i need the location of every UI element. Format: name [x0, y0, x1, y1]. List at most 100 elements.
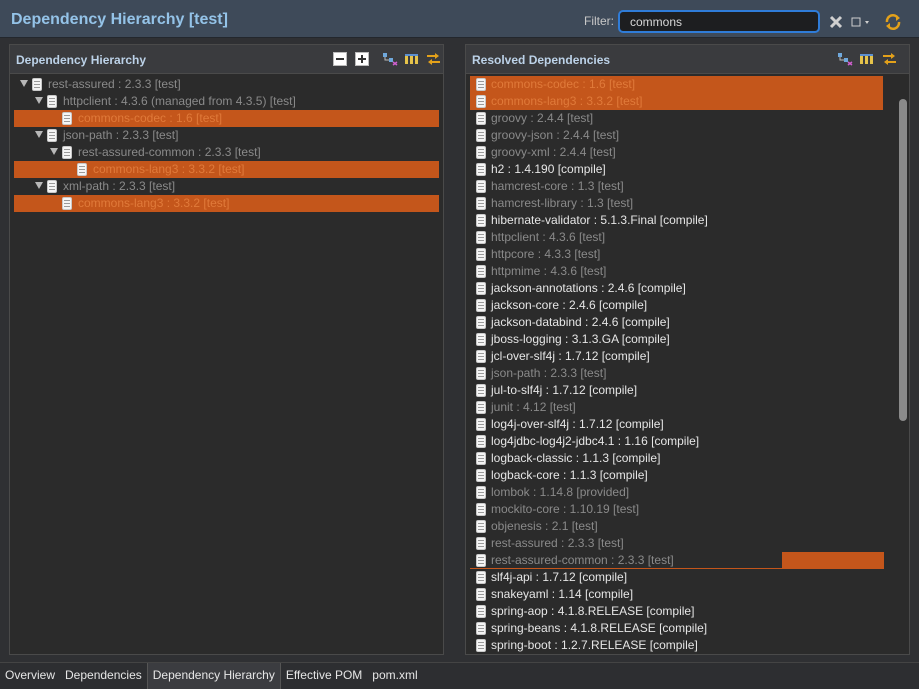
tab-effective-pom[interactable]: Effective POM [281, 663, 367, 689]
tree-row[interactable]: commons-lang3 : 3.3.2 [test] [14, 161, 439, 178]
jar-icon [476, 605, 486, 618]
list-item-label: logback-classic : 1.1.3 [compile] [491, 451, 661, 465]
select-columns-icon[interactable] [859, 52, 875, 66]
dependency-tree: rest-assured : 2.3.3 [test] httpclient : … [14, 76, 439, 212]
selection-remnant [782, 552, 884, 569]
list-item-label: httpclient : 4.3.6 [test] [491, 230, 606, 244]
jar-icon [476, 520, 486, 533]
list-item[interactable]: spring-beans : 4.1.8.RELEASE [compile] [470, 620, 883, 637]
list-item[interactable]: jboss-logging : 3.1.3.GA [compile] [470, 331, 883, 348]
select-columns-icon[interactable] [404, 52, 420, 66]
link-with-selection-icon[interactable] [882, 52, 898, 66]
expand-twisty-icon[interactable] [35, 97, 43, 104]
tree-row[interactable]: httpclient : 4.3.6 (managed from 4.3.5) … [14, 93, 439, 110]
list-item[interactable]: logback-core : 1.1.3 [compile] [470, 467, 883, 484]
tree-row[interactable]: rest-assured : 2.3.3 [test] [14, 76, 439, 93]
tree-row-label: xml-path : 2.3.3 [test] [63, 179, 176, 193]
list-item[interactable]: groovy : 2.4.4 [test] [470, 110, 883, 127]
list-item[interactable]: jcl-over-slf4j : 1.7.12 [compile] [470, 348, 883, 365]
tree-row[interactable]: json-path : 2.3.3 [test] [14, 127, 439, 144]
jar-icon [476, 639, 486, 652]
link-with-selection-icon[interactable] [426, 52, 442, 66]
filter-options-icon[interactable] [851, 12, 873, 32]
list-item[interactable]: commons-lang3 : 3.3.2 [test] [470, 93, 883, 110]
list-item[interactable]: jackson-databind : 2.4.6 [compile] [470, 314, 883, 331]
list-item[interactable]: slf4j-api : 1.7.12 [compile] [470, 569, 883, 586]
jar-icon [476, 418, 486, 431]
list-item-label: mockito-core : 1.10.19 [test] [491, 502, 640, 516]
list-item-label: httpcore : 4.3.3 [test] [491, 247, 601, 261]
list-item[interactable]: mockito-core : 1.10.19 [test] [470, 501, 883, 518]
list-item[interactable]: log4jdbc-log4j2-jdbc4.1 : 1.16 [compile] [470, 433, 883, 450]
list-item-label: json-path : 2.3.3 [test] [491, 366, 607, 380]
tree-row[interactable]: xml-path : 2.3.3 [test] [14, 178, 439, 195]
selection-divider [470, 568, 883, 569]
tab-overview[interactable]: Overview [0, 663, 60, 689]
filter-input[interactable] [618, 10, 820, 33]
jar-icon [476, 180, 486, 193]
show-group-id-icon[interactable] [837, 52, 853, 66]
expand-twisty-icon[interactable] [50, 148, 58, 155]
clear-filter-icon[interactable] [828, 12, 844, 32]
refresh-icon[interactable] [883, 12, 903, 32]
list-item[interactable]: spring-boot : 1.2.7.RELEASE [compile] [470, 637, 883, 654]
list-item[interactable]: logback-classic : 1.1.3 [compile] [470, 450, 883, 467]
tree-row-label: commons-lang3 : 3.3.2 [test] [78, 196, 230, 210]
vertical-scrollbar[interactable] [899, 99, 907, 421]
list-item[interactable]: h2 : 1.4.190 [compile] [470, 161, 883, 178]
list-item[interactable]: log4j-over-slf4j : 1.7.12 [compile] [470, 416, 883, 433]
tree-row-label: rest-assured-common : 2.3.3 [test] [78, 145, 261, 159]
jar-icon [476, 554, 486, 567]
list-item[interactable]: rest-assured : 2.3.3 [test] [470, 535, 883, 552]
jar-icon [476, 231, 486, 244]
list-item[interactable]: httpmime : 4.3.6 [test] [470, 263, 883, 280]
tree-row[interactable]: rest-assured-common : 2.3.3 [test] [14, 144, 439, 161]
filter-label: Filter: [584, 14, 614, 28]
list-item[interactable]: groovy-json : 2.4.4 [test] [470, 127, 883, 144]
panel-title: Dependency Hierarchy [16, 53, 147, 67]
list-item[interactable]: commons-codec : 1.6 [test] [470, 76, 883, 93]
list-item[interactable]: hamcrest-library : 1.3 [test] [470, 195, 883, 212]
editor-header: Dependency Hierarchy [test] Filter: [0, 0, 919, 38]
list-item[interactable]: objenesis : 2.1 [test] [470, 518, 883, 535]
panel-header: Dependency Hierarchy [10, 45, 443, 74]
list-item[interactable]: httpclient : 4.3.6 [test] [470, 229, 883, 246]
list-item[interactable]: httpcore : 4.3.3 [test] [470, 246, 883, 263]
list-item-label: jcl-over-slf4j : 1.7.12 [compile] [491, 349, 650, 363]
list-item[interactable]: groovy-xml : 2.4.4 [test] [470, 144, 883, 161]
collapse-all-icon[interactable] [333, 52, 349, 66]
jar-icon [476, 452, 486, 465]
jar-icon [476, 333, 486, 346]
show-group-id-icon[interactable] [382, 52, 398, 66]
editor-root: { "header": { "title": "Dependency Hiera… [0, 0, 919, 689]
jar-icon [476, 469, 486, 482]
list-item[interactable]: spring-aop : 4.1.8.RELEASE [compile] [470, 603, 883, 620]
list-item[interactable]: jackson-annotations : 2.4.6 [compile] [470, 280, 883, 297]
tree-row[interactable]: commons-lang3 : 3.3.2 [test] [14, 195, 439, 212]
tab-pom-xml[interactable]: pom.xml [367, 663, 422, 689]
jar-icon [476, 248, 486, 261]
tree-row-label: json-path : 2.3.3 [test] [63, 128, 179, 142]
expand-all-icon[interactable] [355, 52, 371, 66]
jar-icon [476, 401, 486, 414]
list-item[interactable]: jackson-core : 2.4.6 [compile] [470, 297, 883, 314]
list-item[interactable]: junit : 4.12 [test] [470, 399, 883, 416]
tree-row[interactable]: commons-codec : 1.6 [test] [14, 110, 439, 127]
list-item[interactable]: hamcrest-core : 1.3 [test] [470, 178, 883, 195]
list-item[interactable]: json-path : 2.3.3 [test] [470, 365, 883, 382]
expand-twisty-icon[interactable] [35, 182, 43, 189]
list-item[interactable]: hibernate-validator : 5.1.3.Final [compi… [470, 212, 883, 229]
tab-dependencies[interactable]: Dependencies [60, 663, 147, 689]
list-item[interactable]: lombok : 1.14.8 [provided] [470, 484, 883, 501]
list-item[interactable]: snakeyaml : 1.14 [compile] [470, 586, 883, 603]
panel-title: Resolved Dependencies [472, 53, 611, 67]
expand-twisty-icon[interactable] [35, 131, 43, 138]
panel-header: Resolved Dependencies [466, 45, 909, 74]
tab-dependency-hierarchy[interactable]: Dependency Hierarchy [146, 663, 281, 689]
jar-icon [476, 299, 486, 312]
expand-twisty-icon[interactable] [20, 80, 28, 87]
list-item-label: rest-assured : 2.3.3 [test] [491, 536, 624, 550]
list-item[interactable]: jul-to-slf4j : 1.7.12 [compile] [470, 382, 883, 399]
dependency-hierarchy-panel: Dependency Hierarchy rest-assured : 2.3.… [9, 44, 444, 655]
jar-icon [476, 350, 486, 363]
